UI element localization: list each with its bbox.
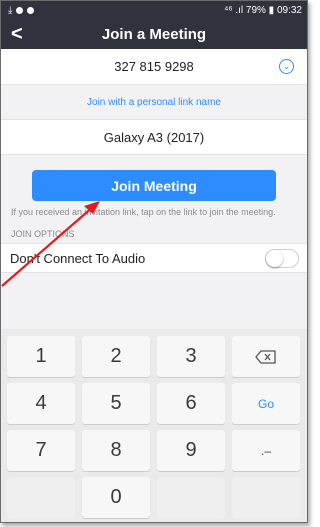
backspace-icon xyxy=(255,349,276,364)
notification-dot-icon xyxy=(16,7,24,14)
numeric-keyboard: 1 2 3 4 5 6 Go 7 8 9 .– 0 xyxy=(1,329,307,522)
key-5[interactable]: 5 xyxy=(82,383,150,424)
audio-option-row: Don't Connect To Audio xyxy=(1,243,307,273)
blank-key xyxy=(7,477,75,518)
punctuation-key[interactable]: .– xyxy=(232,430,300,471)
toggle-knob xyxy=(266,249,283,267)
key-0[interactable]: 0 xyxy=(82,477,150,518)
display-name-field[interactable]: Galaxy A3 (2017) xyxy=(1,119,307,155)
download-arrow-icon: ⤓ xyxy=(8,5,13,16)
status-right: ⁴⁶ .ıl 79% ▮ 09:32 xyxy=(224,5,302,16)
status-bar: ⤓ ⁴⁶ .ıl 79% ▮ 09:32 xyxy=(1,1,307,20)
key-2[interactable]: 2 xyxy=(82,336,150,377)
status-text: ⁴⁶ .ıl 79% ▮ 09:32 xyxy=(224,5,302,16)
blank-key xyxy=(157,477,225,518)
back-button[interactable]: < xyxy=(11,23,23,46)
meeting-id-value: 327 815 9298 xyxy=(114,59,194,74)
title-bar: < Join a Meeting xyxy=(1,20,307,49)
join-options-label: JOIN OPTIONS xyxy=(11,229,75,239)
page-title: Join a Meeting xyxy=(101,26,207,43)
key-8[interactable]: 8 xyxy=(82,430,150,471)
backspace-key[interactable] xyxy=(232,336,300,377)
key-6[interactable]: 6 xyxy=(157,383,225,424)
go-key[interactable]: Go xyxy=(232,383,300,424)
personal-link-button[interactable]: Join with a personal link name xyxy=(1,85,307,119)
key-1[interactable]: 1 xyxy=(7,336,75,377)
audio-option-label: Don't Connect To Audio xyxy=(10,250,146,266)
phone-screen: ⤓ ⁴⁶ .ıl 79% ▮ 09:32 < Join a Meeting 32… xyxy=(0,0,308,523)
join-meeting-button[interactable]: Join Meeting xyxy=(32,170,276,201)
key-7[interactable]: 7 xyxy=(7,430,75,471)
blank-key xyxy=(232,477,300,518)
key-9[interactable]: 9 xyxy=(157,430,225,471)
notification-dot-icon xyxy=(27,7,35,14)
key-4[interactable]: 4 xyxy=(7,383,75,424)
invitation-hint: If you received an invitation link, tap … xyxy=(11,207,276,217)
meeting-id-field[interactable]: 327 815 9298 ⌄ xyxy=(1,49,307,85)
chevron-down-icon[interactable]: ⌄ xyxy=(279,59,294,74)
key-3[interactable]: 3 xyxy=(157,336,225,377)
status-left: ⤓ xyxy=(8,5,35,16)
display-name-value: Galaxy A3 (2017) xyxy=(103,129,205,145)
audio-toggle[interactable] xyxy=(265,248,299,268)
